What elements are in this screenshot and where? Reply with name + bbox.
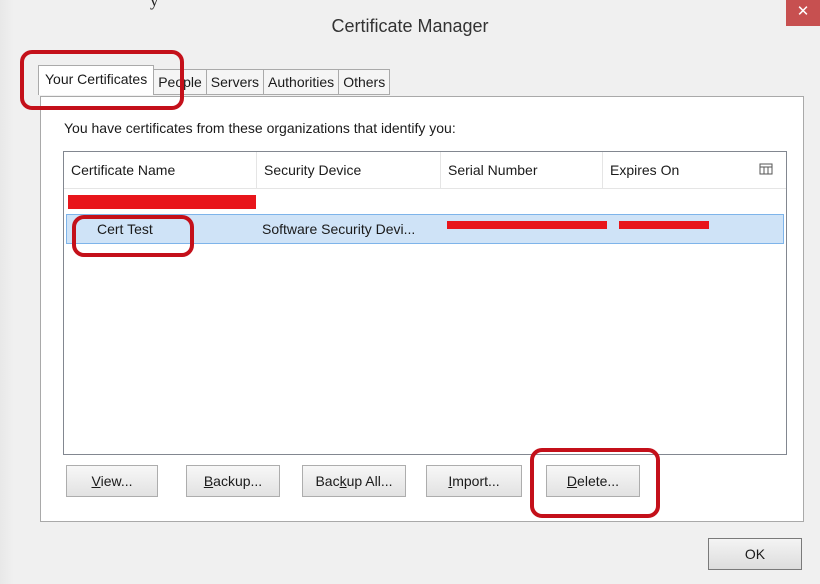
- column-picker-icon[interactable]: [758, 162, 774, 178]
- tab-servers[interactable]: Servers: [205, 69, 265, 95]
- backup-all-button[interactable]: Backup All...: [302, 465, 406, 497]
- tab-strip: Your Certificates People Servers Authori…: [38, 65, 391, 96]
- list-header: Certificate Name Security Device Serial …: [64, 152, 786, 189]
- backup-accesskey: B: [203, 473, 214, 489]
- close-button[interactable]: ✕: [786, 0, 820, 26]
- import-button[interactable]: Import...: [426, 465, 522, 497]
- column-certificate-name[interactable]: Certificate Name: [64, 152, 257, 188]
- intro-text: You have certificates from these organiz…: [64, 120, 456, 136]
- tab-your-certificates[interactable]: Your Certificates: [38, 65, 155, 95]
- dialog-title: Certificate Manager: [331, 16, 489, 36]
- view-label-post: iew...: [100, 473, 133, 489]
- column-picker-glyph: [759, 163, 773, 175]
- backup-label-post: ackup...: [213, 473, 263, 489]
- backup-all-label-post: up All...: [346, 473, 393, 489]
- certificate-manager-dialog: y Certificate Manager ✕ Your Certificate…: [0, 0, 820, 584]
- backup-all-label-pre: Bac: [315, 473, 340, 489]
- window-edge: [0, 0, 14, 584]
- redacted-organization-name: [68, 195, 256, 209]
- column-security-device[interactable]: Security Device: [257, 152, 441, 188]
- backup-button[interactable]: Backup...: [186, 465, 280, 497]
- view-accesskey: V: [91, 473, 101, 489]
- title-bar: Certificate Manager ✕: [0, 0, 820, 52]
- redacted-expiry-date: [619, 221, 709, 229]
- tab-others[interactable]: Others: [338, 69, 391, 95]
- column-serial-number[interactable]: Serial Number: [441, 152, 603, 188]
- backup-all-accesskey: k: [339, 473, 347, 489]
- highlight-delete-button: [530, 448, 660, 518]
- import-label-post: mport...: [452, 473, 500, 489]
- cell-security-device: Software Security Devi...: [262, 221, 416, 237]
- certificate-list[interactable]: Certificate Name Security Device Serial …: [63, 151, 787, 455]
- highlight-cert-test-row: [72, 215, 194, 257]
- ok-button[interactable]: OK: [708, 538, 802, 570]
- close-icon: ✕: [796, 3, 810, 20]
- column-expires-on[interactable]: Expires On: [603, 152, 751, 188]
- view-button[interactable]: View...: [66, 465, 158, 497]
- redacted-serial-number: [447, 221, 607, 229]
- tab-authorities[interactable]: Authorities: [263, 69, 340, 95]
